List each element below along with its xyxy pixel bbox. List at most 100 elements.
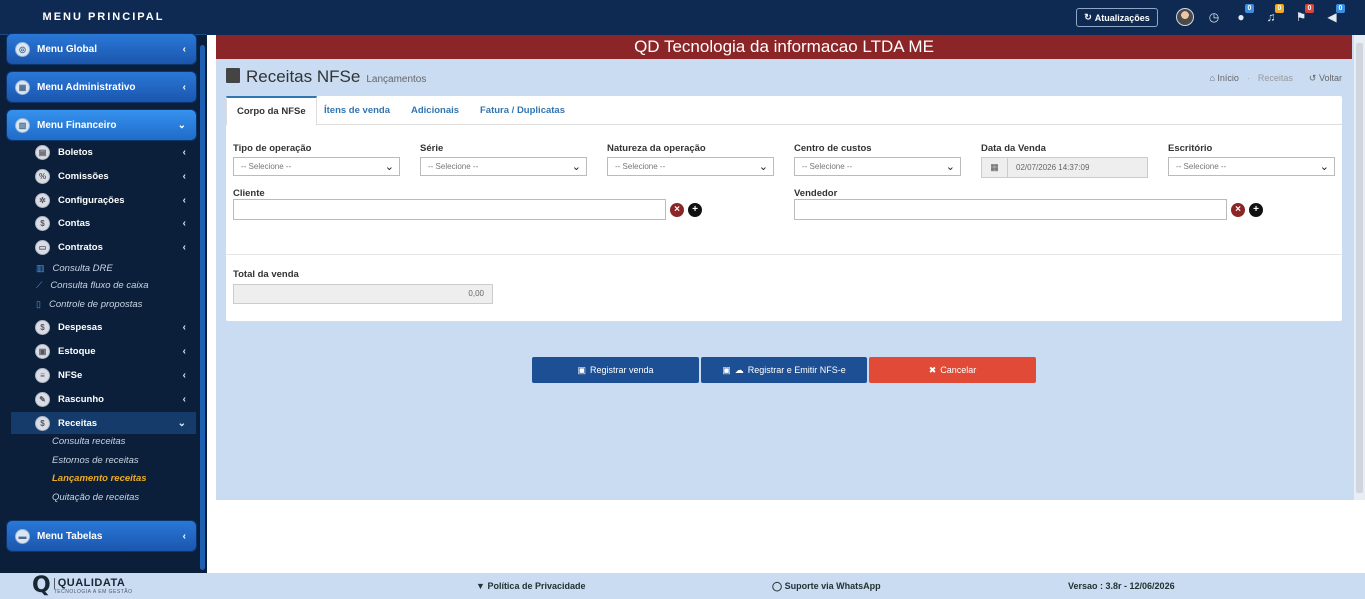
add-vendedor-icon[interactable]: + <box>1249 203 1263 217</box>
breadcrumb-home-label: Início <box>1217 73 1239 83</box>
tab-adicionais[interactable]: Adicionais <box>401 96 469 125</box>
sidebar-item-estoque[interactable]: ▣ Estoque ‹ <box>11 340 196 362</box>
sidebar-title: MENU PRINCIPAL <box>0 0 207 35</box>
scrollbar-thumb[interactable] <box>1356 43 1363 493</box>
sidebar-item-label: Comissões <box>58 170 109 182</box>
avatar[interactable] <box>1176 8 1194 26</box>
chevron-left-icon: ‹ <box>182 369 186 381</box>
flag-icon[interactable]: ⚑ 0 <box>1292 4 1314 26</box>
escritorio-value: -- Selecione -- <box>1176 162 1227 171</box>
sidebar-item-label: Estoque <box>58 345 96 357</box>
top-bar: ↻ Atualizações ◷ ● 0 ♫ 0 ⚑ 0 ◀ 0 <box>207 0 1365 35</box>
edit-icon: ✎ <box>35 391 50 407</box>
sidebar-link-quitacao-receitas[interactable]: Quitação de receitas <box>52 489 139 505</box>
chevron-left-icon: ‹ <box>182 217 186 229</box>
sidebar-item-boletos[interactable]: ▤ Boletos ‹ <box>11 141 196 163</box>
cancel-button[interactable]: ✖ Cancelar <box>869 357 1036 383</box>
sidebar-scrollbar[interactable] <box>200 45 205 570</box>
bell-badge: 0 <box>1275 4 1284 13</box>
undo-icon: ↺ <box>1308 73 1317 83</box>
chevron-down-icon: ⌄ <box>1319 161 1329 173</box>
clock-icon[interactable]: ◷ <box>1205 8 1223 26</box>
breadcrumb-home[interactable]: ⌂ Início <box>1209 73 1238 84</box>
sidebar-item-label: Boletos <box>58 146 93 158</box>
tipo-operacao-select[interactable]: -- Selecione -- ⌄ <box>233 157 400 176</box>
clear-cliente-icon[interactable]: × <box>670 203 684 217</box>
chevron-left-icon: ‹ <box>182 321 186 333</box>
back-link[interactable]: ↺ Voltar <box>1309 73 1342 84</box>
tab-bar: Corpo da NFSe Ítens de venda Adicionais … <box>226 96 1342 126</box>
cliente-label: Cliente <box>233 188 265 199</box>
natureza-select[interactable]: -- Selecione -- ⌄ <box>607 157 774 176</box>
page-scrollbar[interactable] <box>1354 35 1365 500</box>
whatsapp-link[interactable]: ◯ Suporte via WhatsApp <box>772 581 881 592</box>
serie-select[interactable]: -- Selecione -- ⌄ <box>420 157 587 176</box>
sidebar-item-nfse[interactable]: ≡ NFSe ‹ <box>11 364 196 386</box>
contract-icon: ▭ <box>35 239 50 255</box>
registrar-venda-button[interactable]: ▣ Registrar venda <box>532 357 699 383</box>
privacy-link[interactable]: ▼ Política de Privacidade <box>476 581 585 591</box>
sidebar-link-lancamento-receitas[interactable]: Lançamento receitas <box>52 470 147 486</box>
whatsapp-icon: ◯ <box>772 581 783 591</box>
form-panel: Corpo da NFSe Ítens de venda Adicionais … <box>226 96 1342 321</box>
tab-fatura-duplicatas[interactable]: Fatura / Duplicatas <box>470 96 575 125</box>
data-venda-field[interactable]: ▦ 02/07/2026 14:37:09 <box>981 157 1148 178</box>
sidebar-link-consulta-dre[interactable]: ▥ Consulta DRE <box>36 260 113 276</box>
clear-vendedor-icon[interactable]: × <box>1231 203 1245 217</box>
sidebar-item-comissoes[interactable]: % Comissões ‹ <box>11 165 196 187</box>
sidebar-link-label: Controle de propostas <box>48 298 143 310</box>
sidebar-link-consulta-fluxo[interactable]: ⟋ Consulta fluxo de caixa <box>36 277 149 293</box>
serie-value: -- Selecione -- <box>428 162 479 171</box>
menu-financeiro[interactable]: ▥ Menu Financeiro ⌄ <box>7 110 196 140</box>
tipo-operacao-value: -- Selecione -- <box>241 162 292 171</box>
chat-icon[interactable]: ● 0 <box>1232 4 1254 26</box>
sidebar-link-consulta-receitas[interactable]: Consulta receitas <box>52 433 125 449</box>
menu-administrativo[interactable]: ▦ Menu Administrativo ‹ <box>7 72 196 102</box>
escritorio-select[interactable]: -- Selecione -- ⌄ <box>1168 157 1335 176</box>
sidebar-item-contas[interactable]: $ Contas ‹ <box>11 212 196 234</box>
breadcrumb: ⌂ Início · Receitas ↺ Voltar <box>1209 73 1342 84</box>
calendar-icon: ▦ <box>982 158 1008 177</box>
data-venda-value: 02/07/2026 14:37:09 <box>1016 163 1090 172</box>
logo-brand: QUALIDATA <box>53 577 133 589</box>
vendedor-input[interactable] <box>794 199 1227 220</box>
sidebar-link-label: Consulta fluxo de caixa <box>50 279 149 291</box>
natureza-label: Natureza da operação <box>607 143 706 154</box>
sidebar-link-label: Consulta DRE <box>52 262 113 274</box>
sidebar-item-despesas[interactable]: $ Despesas ‹ <box>11 316 196 338</box>
centro-custos-label: Centro de custos <box>794 143 872 154</box>
sidebar-link-controle-propostas[interactable]: ▯ Controle de propostas <box>36 296 142 312</box>
tab-corpo-nfse[interactable]: Corpo da NFSe <box>226 96 317 126</box>
refresh-icon: ↻ <box>1084 12 1092 22</box>
globe-icon: ◎ <box>15 41 30 57</box>
page-subtitle: Lançamentos <box>366 74 427 85</box>
sidebar-item-contratos[interactable]: ▭ Contratos ‹ <box>11 236 196 258</box>
menu-global[interactable]: ◎ Menu Global ‹ <box>7 34 196 64</box>
bell-icon[interactable]: ♫ 0 <box>1262 4 1284 26</box>
cloud-upload-icon: ☁ <box>734 364 744 375</box>
centro-custos-select[interactable]: -- Selecione -- ⌄ <box>794 157 961 176</box>
chevron-left-icon: ‹ <box>182 81 186 93</box>
add-cliente-icon[interactable]: + <box>688 203 702 217</box>
page-title: Receitas NFSe <box>246 67 361 86</box>
calendar-icon: ▦ <box>15 79 30 95</box>
cliente-input[interactable] <box>233 199 666 220</box>
logo-text: QUALIDATA TECNOLOGIA A EM GESTÃO <box>53 577 133 595</box>
chevron-left-icon: ‹ <box>182 43 186 55</box>
menu-tabelas[interactable]: ▬ Menu Tabelas ‹ <box>7 521 196 551</box>
tab-itens-venda[interactable]: Ítens de venda <box>314 96 400 125</box>
divider <box>226 254 1342 255</box>
receipt-icon: $ <box>35 415 50 431</box>
updates-button[interactable]: ↻ Atualizações <box>1076 8 1158 27</box>
chevron-left-icon: ‹ <box>182 530 186 542</box>
tipo-operacao-label: Tipo de operação <box>233 143 312 154</box>
document-icon: ▯ <box>36 298 41 309</box>
registrar-emitir-button[interactable]: ▣ ☁ Registrar e Emitir NFS-e <box>701 357 867 383</box>
megaphone-icon[interactable]: ◀ 0 <box>1323 4 1345 26</box>
line-chart-icon: ⟋ <box>36 279 43 290</box>
sidebar-item-rascunho[interactable]: ✎ Rascunho ‹ <box>11 388 196 410</box>
sidebar-item-receitas[interactable]: $ Receitas ⌄ <box>11 412 196 434</box>
sidebar-item-configuracoes[interactable]: ✲ Configurações ‹ <box>11 189 196 211</box>
sidebar-item-label: Despesas <box>58 321 103 333</box>
sidebar-link-estornos-receitas[interactable]: Estornos de receitas <box>52 452 139 468</box>
